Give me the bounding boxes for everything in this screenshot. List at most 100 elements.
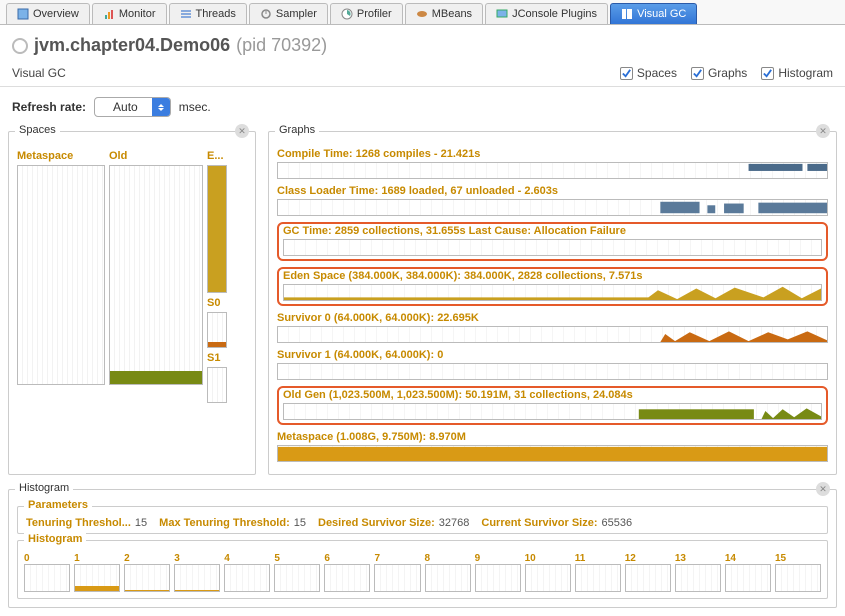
space-box-eden <box>207 165 227 293</box>
histogram-bin: 15 <box>775 553 821 592</box>
parameters-panel: Parameters Tenuring Threshol... 15Max Te… <box>17 506 828 534</box>
space-label-s1: S1 <box>207 352 227 364</box>
graph-label: Eden Space (384.000K, 384.000K): 384.000… <box>283 270 822 282</box>
parameters-title: Parameters <box>24 499 92 511</box>
graph-label: Class Loader Time: 1689 loaded, 67 unloa… <box>277 185 828 197</box>
param-key: Tenuring Threshol... <box>26 517 131 529</box>
param-key: Max Tenuring Threshold: <box>159 517 290 529</box>
histogram-bin-label: 15 <box>775 553 821 564</box>
graph-row: GC Time: 2859 collections, 31.655s Last … <box>277 222 828 261</box>
refresh-row: Refresh rate: Auto msec. <box>0 87 845 131</box>
histogram-chart-panel: Histogram 0123456789101112131415 <box>17 540 828 599</box>
histogram-bin: 7 <box>374 553 420 592</box>
graph-row: Class Loader Time: 1689 loaded, 67 unloa… <box>277 185 828 216</box>
close-icon[interactable]: ✕ <box>816 124 830 138</box>
space-box-s1 <box>207 367 227 403</box>
checkbox-histogram[interactable]: Histogram <box>761 66 833 80</box>
close-icon[interactable] <box>12 38 28 54</box>
close-icon[interactable]: ✕ <box>816 482 830 496</box>
histogram-bin-label: 8 <box>425 553 471 564</box>
histogram-bin-label: 10 <box>525 553 571 564</box>
histogram-bin: 6 <box>324 553 370 592</box>
graph-bar <box>277 445 828 462</box>
panel-name: Visual GC <box>12 66 66 80</box>
histogram-bin: 4 <box>224 553 270 592</box>
histogram-bin-box <box>775 564 821 592</box>
histogram-bin-box <box>174 564 220 592</box>
param-value: 15 <box>294 517 306 529</box>
histogram-bin: 9 <box>475 553 521 592</box>
graph-label: Survivor 1 (64.000K, 64.000K): 0 <box>277 349 828 361</box>
space-label-metaspace: Metaspace <box>17 150 105 162</box>
graph-bar <box>283 239 822 256</box>
histogram-bin-label: 13 <box>675 553 721 564</box>
histogram-panel: Histogram ✕ Parameters Tenuring Threshol… <box>8 489 837 608</box>
space-label-old: Old <box>109 150 203 162</box>
process-header: jvm.chapter04.Demo06 (pid 70392) <box>0 25 845 60</box>
param-value: 32768 <box>439 517 470 529</box>
param-key: Current Survivor Size: <box>481 517 597 529</box>
histogram-bin-box <box>24 564 70 592</box>
stepper-icon <box>152 98 170 116</box>
histogram-bin-box <box>725 564 771 592</box>
graph-label: GC Time: 2859 collections, 31.655s Last … <box>283 225 822 237</box>
tab-profiler[interactable]: Profiler <box>330 3 403 24</box>
histogram-chart-title: Histogram <box>24 533 86 545</box>
graph-label: Old Gen (1,023.500M, 1,023.500M): 50.191… <box>283 389 822 401</box>
graph-label: Survivor 0 (64.000K, 64.000K): 22.695K <box>277 312 828 324</box>
histogram-bin-box <box>324 564 370 592</box>
graph-bar <box>277 363 828 380</box>
graph-row: Old Gen (1,023.500M, 1,023.500M): 50.191… <box>277 386 828 425</box>
histogram-bin: 10 <box>525 553 571 592</box>
space-label-eden: E... <box>207 150 227 162</box>
histogram-bin: 2 <box>124 553 170 592</box>
checkbox-spaces[interactable]: Spaces <box>620 66 677 80</box>
histogram-bin-label: 3 <box>174 553 220 564</box>
histogram-bin: 3 <box>174 553 220 592</box>
histogram-bin-box <box>525 564 571 592</box>
tab-threads[interactable]: Threads <box>169 3 247 24</box>
tab-visual-gc[interactable]: Visual GC <box>610 3 697 24</box>
histogram-bin-label: 7 <box>374 553 420 564</box>
histogram-bin-box <box>274 564 320 592</box>
tab-bar: Overview Monitor Threads Sampler Profile… <box>0 0 845 25</box>
histogram-bin: 8 <box>425 553 471 592</box>
graph-row: Metaspace (1.008G, 9.750M): 8.970M <box>277 431 828 462</box>
histogram-bin-label: 0 <box>24 553 70 564</box>
param-value: 65536 <box>602 517 633 529</box>
param-key: Desired Survivor Size: <box>318 517 435 529</box>
tab-jconsole[interactable]: JConsole Plugins <box>485 3 608 24</box>
histogram-bin-label: 2 <box>124 553 170 564</box>
tab-sampler[interactable]: Sampler <box>249 3 328 24</box>
histogram-bin-label: 1 <box>74 553 120 564</box>
graph-label: Metaspace (1.008G, 9.750M): 8.970M <box>277 431 828 443</box>
tab-mbeans[interactable]: MBeans <box>405 3 483 24</box>
space-label-s0: S0 <box>207 297 227 309</box>
histogram-bin-label: 14 <box>725 553 771 564</box>
refresh-label: Refresh rate: <box>12 100 86 114</box>
histogram-bin-label: 9 <box>475 553 521 564</box>
graphs-panel: Graphs ✕ Compile Time: 1268 compiles - 2… <box>268 131 837 475</box>
histogram-bin-label: 12 <box>625 553 671 564</box>
graph-bar <box>283 403 822 420</box>
histogram-bin-box <box>425 564 471 592</box>
graph-bar <box>277 199 828 216</box>
graph-row: Eden Space (384.000K, 384.000K): 384.000… <box>277 267 828 306</box>
histogram-bin-box <box>575 564 621 592</box>
histogram-bin-label: 11 <box>575 553 621 564</box>
tab-monitor[interactable]: Monitor <box>92 3 167 24</box>
histogram-bin: 1 <box>74 553 120 592</box>
refresh-select[interactable]: Auto <box>94 97 171 117</box>
checkbox-graphs[interactable]: Graphs <box>691 66 747 80</box>
graph-bar <box>277 162 828 179</box>
process-name: jvm.chapter04.Demo06 <box>34 35 230 56</box>
histogram-bin-box <box>675 564 721 592</box>
close-icon[interactable]: ✕ <box>235 124 249 138</box>
histogram-bin: 11 <box>575 553 621 592</box>
graph-row: Compile Time: 1268 compiles - 21.421s <box>277 148 828 179</box>
tab-overview[interactable]: Overview <box>6 3 90 24</box>
histogram-bin-box <box>374 564 420 592</box>
graph-row: Survivor 1 (64.000K, 64.000K): 0 <box>277 349 828 380</box>
param-value: 15 <box>135 517 147 529</box>
graph-bar <box>283 284 822 301</box>
